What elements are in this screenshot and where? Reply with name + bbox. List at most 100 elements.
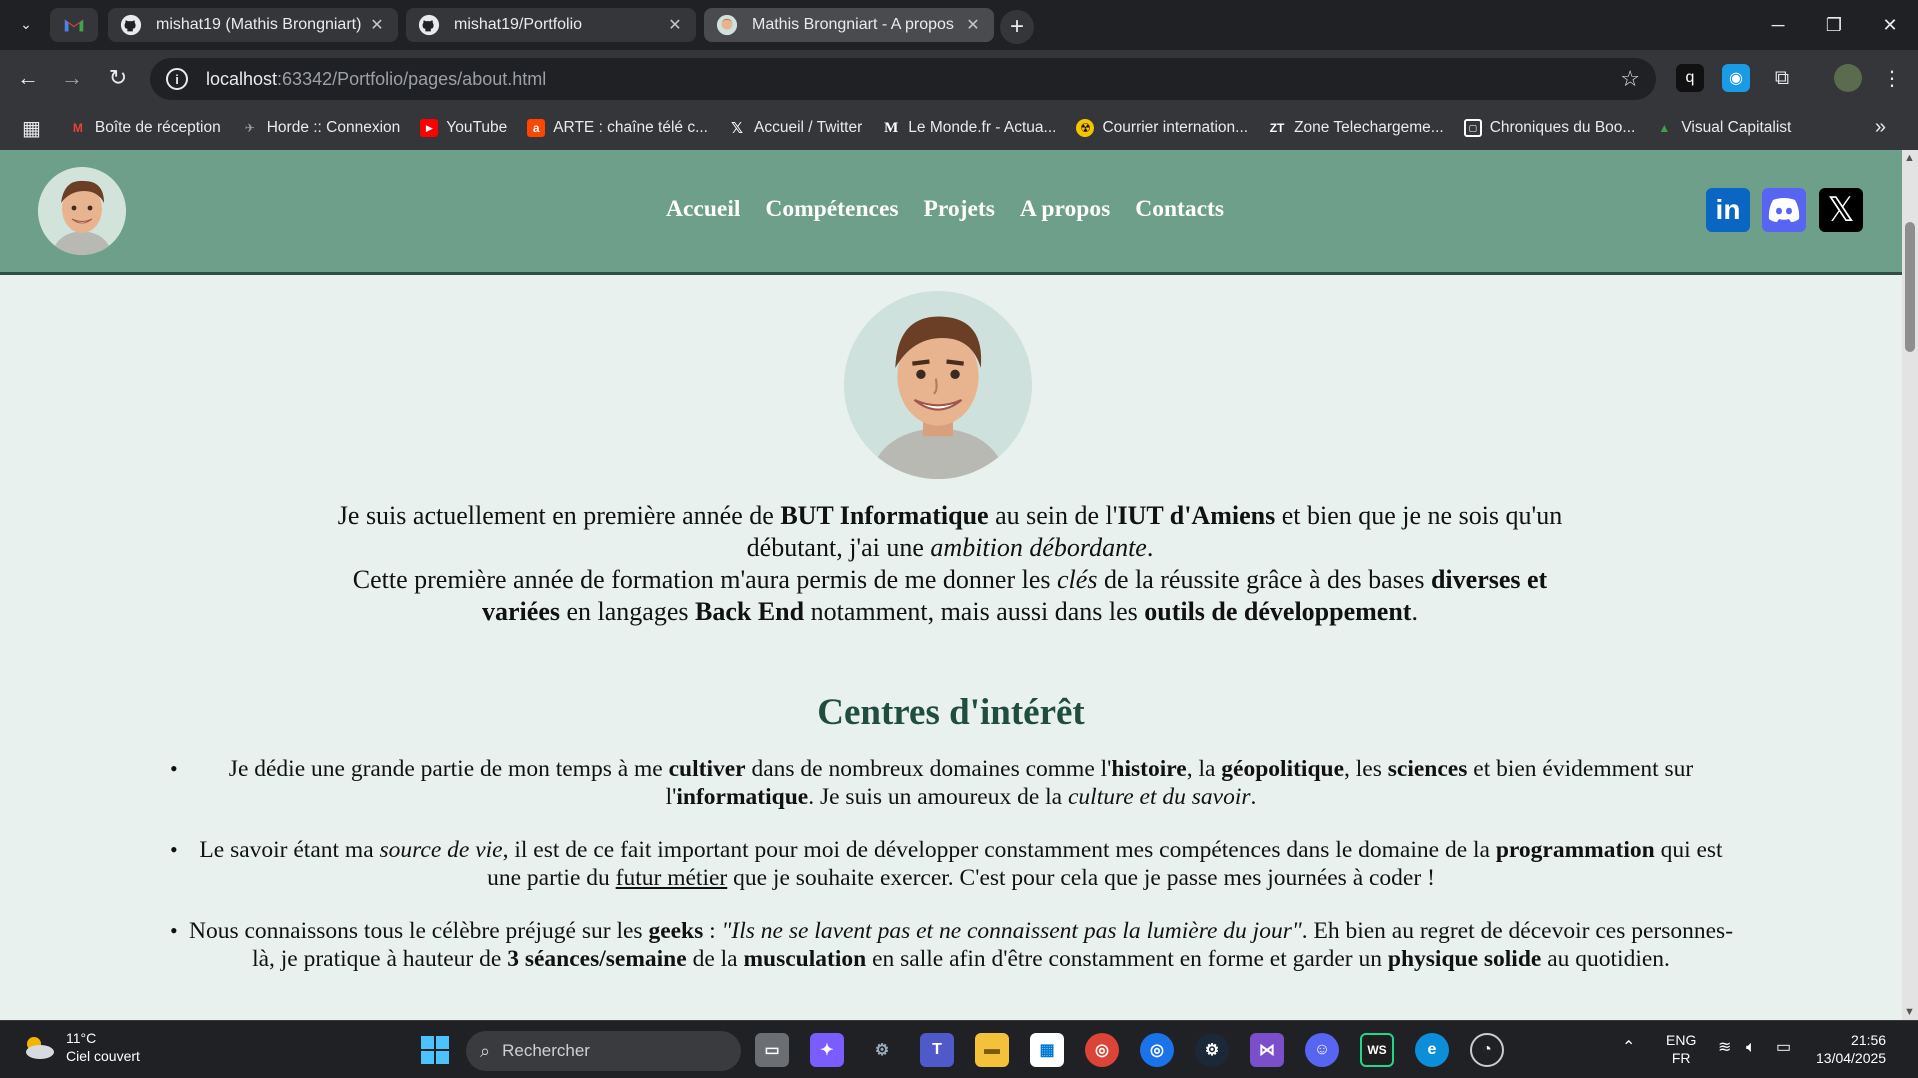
tab-search-chevron-icon[interactable]: ⌄ [12,10,40,38]
tray-overflow-chevron-icon[interactable]: ⌃ [1622,1039,1635,1057]
language-indicator[interactable]: ENG FR [1666,1031,1696,1067]
x-twitter-icon[interactable]: 𝕏 [1819,188,1863,232]
scroll-up-arrow-icon[interactable]: ▲ [1904,152,1915,164]
microsoft-store-icon[interactable]: ▦ [1030,1033,1064,1067]
windows-taskbar: 11°C Ciel couvert ⌕ Rechercher ▭ ✦ ⚙ T ▬ ▦… [0,1020,1918,1078]
extensions-puzzle-icon[interactable]: ⧉ [1768,64,1796,92]
battery-icon[interactable]: ▭ [1776,1039,1791,1057]
chrome-profile-icon[interactable]: ◎ [1140,1033,1174,1067]
tab-github-profile[interactable]: mishat19 (Mathis Brongniart) ✕ [108,8,398,42]
file-explorer-icon[interactable]: ▬ [975,1033,1009,1067]
item-text: au quotidien. [1541,946,1670,972]
webstorm-icon[interactable]: WS [1360,1033,1394,1067]
intro-text: . [1411,597,1418,626]
tab-pinned-gmail[interactable] [50,8,98,42]
address-bar[interactable]: i localhost:63342/Portfolio/pages/about.… [150,58,1656,100]
horde-icon: ✈ [244,121,255,135]
gmail-icon [64,19,84,32]
back-arrow-icon[interactable]: ← [12,62,44,94]
zt-icon: ZT [1269,121,1285,135]
clock[interactable]: 21:56 13/04/2025 [1816,1031,1886,1067]
bookmark-item[interactable]: ▲ Visual Capitalist [1655,119,1791,137]
item-text: de la [686,946,744,972]
tab-active-about[interactable]: Mathis Brongniart - A propos ✕ [704,8,994,42]
bookmark-item[interactable]: ▶ YouTube [420,119,507,137]
chrome-icon[interactable]: ◎ [1085,1033,1119,1067]
bookmark-label: YouTube [446,119,508,136]
nav-link-competences[interactable]: Compétences [765,196,898,223]
intro-text: Je suis actuellement en première année d… [337,501,781,530]
nav-link-accueil[interactable]: Accueil [666,196,740,223]
reload-icon[interactable]: ↻ [102,62,134,94]
bookmark-item[interactable]: ▢ Chroniques du Boo... [1463,119,1636,137]
lemonde-icon: M [884,119,899,136]
visual-studio-icon[interactable]: ⋈ [1250,1033,1284,1067]
scrollbar-thumb[interactable] [1905,222,1915,352]
site-info-icon[interactable]: i [166,68,188,90]
url-path: :63342/Portfolio/pages/about.html [277,68,547,89]
task-view-icon[interactable]: ▭ [755,1033,789,1067]
extension-q-icon[interactable]: q [1676,64,1704,92]
more-bookmarks-icon[interactable]: » [1875,116,1886,139]
extension-blue-icon[interactable]: ◉ [1722,64,1750,92]
item-bold: geeks [648,918,704,944]
taskbar-search-input[interactable]: ⌕ Rechercher [466,1031,741,1071]
tab-close-icon[interactable]: ✕ [666,15,684,35]
browser-menu-icon[interactable]: ⋮ [1878,64,1906,92]
item-text: , les [1344,756,1388,782]
page-viewport: Accueil Compétences Projets A propos Con… [0,150,1918,1020]
tab-github-repo[interactable]: mishat19/Portfolio ✕ [406,8,696,42]
search-placeholder: Rechercher [502,1041,590,1060]
bookmark-star-icon[interactable]: ☆ [1620,66,1640,92]
bookmark-item[interactable]: M Le Monde.fr - Actua... [882,119,1056,137]
volume-icon[interactable]: 🔈︎ [1746,1039,1756,1057]
edge-icon[interactable]: e [1415,1033,1449,1067]
bookmark-item[interactable]: 𝕏 Accueil / Twitter [728,119,862,137]
bookmark-label: Chroniques du Boo... [1489,119,1636,136]
scroll-down-arrow-icon[interactable]: ▼ [1904,1006,1915,1018]
intro-text: Cette première année de formation m'aura… [352,565,1058,594]
intro-bold: IUT d'Amiens [1117,501,1276,530]
forward-arrow-icon[interactable]: → [56,62,88,94]
item-italic: source de vie [379,837,503,863]
minimize-icon[interactable]: ─ [1758,10,1798,40]
bookmark-item[interactable]: ☢ Courrier internation... [1076,119,1248,137]
gmail-icon: M [72,121,83,135]
nav-link-contacts[interactable]: Contacts [1135,196,1224,223]
restore-icon[interactable]: ❐ [1814,10,1854,40]
wifi-icon[interactable]: ≋ [1718,1039,1731,1057]
arte-icon: a [527,119,546,137]
bookmark-item[interactable]: ✈ Horde :: Connexion [241,119,401,137]
intro-italic: ambition débordante [930,533,1147,562]
copilot-icon[interactable]: ✦ [810,1033,844,1067]
apps-grid-icon[interactable]: ▦ [22,116,41,141]
profile-avatar-icon[interactable] [1834,64,1862,92]
page-scrollbar[interactable]: ▲ ▼ [1902,150,1918,1020]
bookmark-item[interactable]: ZT Zone Telechargeme... [1268,119,1444,137]
obs-icon[interactable]: ◔ [1470,1033,1504,1067]
bookmark-item[interactable]: a ARTE : chaîne télé c... [527,119,708,137]
tab-strip: ⌄ mishat19 (Mathis Brongniart) ✕ mishat1… [0,0,1918,50]
tab-close-icon[interactable]: ✕ [368,15,386,35]
item-text: en salle afin d'être constamment en form… [866,946,1388,972]
profile-illustration [844,291,1032,479]
new-tab-button[interactable]: + [1000,10,1034,44]
bookmark-item[interactable]: M Boîte de réception [69,119,221,137]
tab-title: mishat19 (Mathis Brongniart) [156,16,362,33]
weather-widget[interactable]: 11°C Ciel couvert [20,1029,140,1065]
item-bold: programmation [1495,837,1655,863]
nav-link-a-propos[interactable]: A propos [1020,196,1110,223]
tab-close-icon[interactable]: ✕ [964,15,982,35]
steam-icon[interactable]: ⚙ [1195,1033,1229,1067]
linkedin-icon[interactable]: in [1706,188,1750,232]
item-bold: sciences [1387,756,1468,782]
avatar[interactable] [38,167,126,255]
settings-gear-icon[interactable]: ⚙ [865,1033,899,1067]
windows-start-icon[interactable] [418,1033,452,1067]
discord-icon[interactable]: ☺ [1305,1033,1339,1067]
nav-link-projets[interactable]: Projets [924,196,995,223]
avatar-favicon-icon [716,14,738,36]
close-window-icon[interactable]: ✕ [1870,10,1910,40]
teams-icon[interactable]: T [920,1033,954,1067]
discord-icon[interactable] [1762,188,1806,232]
